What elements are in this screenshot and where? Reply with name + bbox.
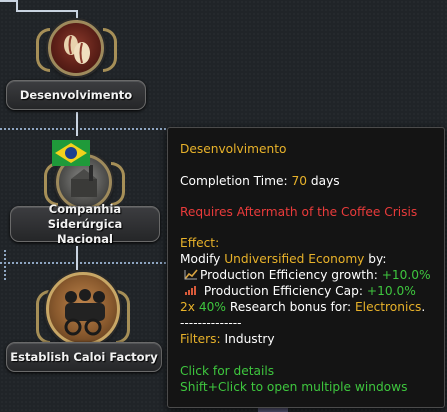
modifier-cap-label: Production Efficiency Cap: — [203, 284, 363, 298]
focus-label-plate: Establish Caloi Factory — [6, 342, 162, 372]
filters-value: Industry — [224, 332, 275, 346]
completion-label: Completion Time: — [180, 174, 288, 188]
connector-line — [16, 10, 76, 12]
production-growth-icon — [184, 269, 198, 280]
connector-dotted-line — [0, 128, 170, 130]
connector-dotted-line — [0, 262, 170, 264]
completion-unit: days — [310, 174, 340, 188]
laurel-right-icon — [111, 162, 125, 206]
production-cap-icon — [185, 286, 196, 295]
focus-name: Desenvolvimento — [19, 87, 133, 102]
bonus-target: Electronics — [354, 300, 422, 314]
bonus-end: . — [421, 300, 426, 314]
modify-prefix: Modify — [180, 252, 221, 266]
completion-time: Completion Time: 70 days — [180, 173, 444, 189]
hint-shift-click: Shift+Click to open multiple windows — [180, 380, 408, 394]
tooltip-title: Desenvolvimento — [180, 142, 287, 156]
focus-desenvolvimento[interactable]: Desenvolvimento — [6, 16, 146, 116]
coffee-bean-icon — [48, 20, 104, 76]
research-bonus: 2x 40% Research bonus for: Electronics. — [180, 299, 444, 315]
modify-target: Undiversified Economy — [224, 252, 365, 266]
bonus-count: 2x — [180, 300, 195, 314]
modifier-cap-value: +10.0% — [366, 284, 416, 298]
separator: -------------- — [180, 316, 242, 330]
bonus-percent: 40% — [198, 300, 226, 314]
modifier-growth-label: Production Efficiency growth: — [200, 268, 378, 282]
modifier-cap: Production Efficiency Cap: +10.0% — [180, 283, 444, 299]
focus-tooltip: Desenvolvimento Completion Time: 70 days… — [167, 127, 445, 408]
bonus-text: Research bonus for: — [229, 300, 352, 314]
requirement: Requires Aftermath of the Coffee Crisis — [180, 205, 418, 219]
connector-line — [16, 0, 18, 10]
focus-establish-caloi-factory[interactable]: Establish Caloi Factory — [4, 268, 164, 378]
modify-suffix: by: — [368, 252, 387, 266]
filters-line: Filters: Industry — [180, 331, 444, 347]
completion-value: 70 — [291, 174, 308, 188]
modify-line: Modify Undiversified Economy by: — [180, 251, 444, 267]
effect-label: Effect: — [180, 236, 220, 250]
focus-name: Establish Caloi Factory — [10, 349, 158, 364]
focus-name-line1: Companhia Siderúrgica — [47, 201, 123, 231]
cyclists-icon — [46, 272, 120, 346]
focus-label-plate: Companhia Siderúrgica Nacional — [10, 202, 160, 246]
laurel-right-icon — [103, 28, 117, 72]
hint-click: Click for details — [180, 364, 275, 378]
modifier-growth: Production Efficiency growth: +10.0% — [180, 267, 444, 283]
brazil-flag-icon — [52, 140, 90, 166]
focus-companhia-siderurgica-nacional[interactable]: Companhia Siderúrgica Nacional — [6, 136, 162, 248]
filters-label: Filters: — [180, 332, 221, 346]
focus-label-plate: Desenvolvimento — [6, 80, 146, 110]
connector-line — [76, 246, 78, 270]
focus-name-line2: Nacional — [57, 231, 113, 246]
modifier-growth-value: +10.0% — [381, 268, 431, 282]
